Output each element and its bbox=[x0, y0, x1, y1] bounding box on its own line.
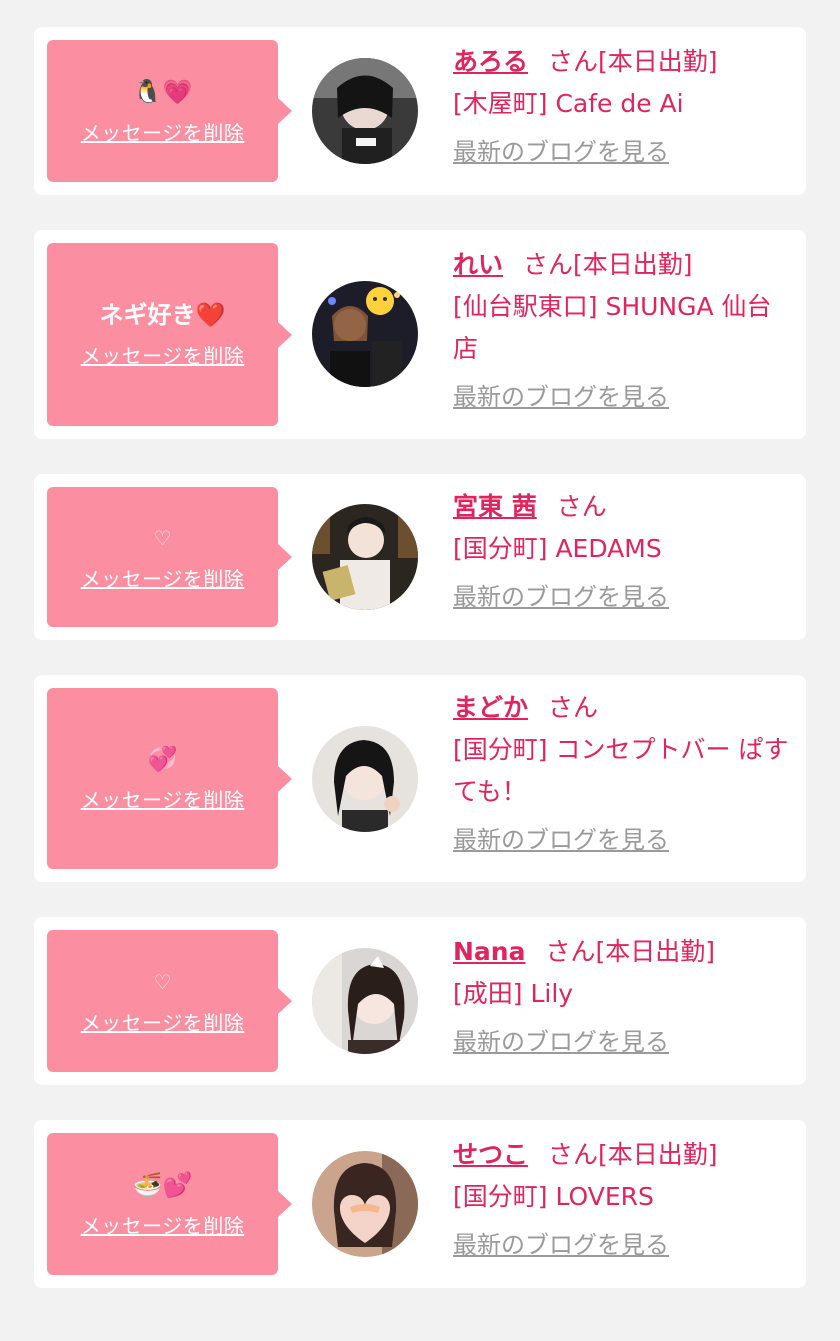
latest-blog-link[interactable]: 最新のブログを見る bbox=[453, 1224, 793, 1266]
shop-label: [木屋町] Cafe de Ai bbox=[453, 89, 684, 118]
message-bubble: 🍜💕 メッセージを削除 bbox=[47, 1133, 292, 1275]
cast-info: せつこ さん[本日出勤] [国分町] LOVERS 最新のブログを見る bbox=[453, 1134, 793, 1266]
cast-avatar[interactable] bbox=[312, 281, 418, 387]
latest-blog-link[interactable]: 最新のブログを見る bbox=[453, 376, 793, 418]
message-card: 💞 メッセージを削除 まどか さん [国分町] コンセプトバー ぱすても！ 最新の… bbox=[34, 675, 806, 882]
message-card: ネギ好き❤️ メッセージを削除 れい さん[本日出勤] [仙台駅東口] SHUNG… bbox=[34, 230, 806, 439]
delete-message-link[interactable]: メッセージを削除 bbox=[81, 784, 245, 813]
delete-message-link[interactable]: メッセージを削除 bbox=[81, 563, 245, 592]
cast-avatar[interactable] bbox=[312, 948, 418, 1054]
message-bubble: ♡ メッセージを削除 bbox=[47, 487, 292, 627]
cast-name-link[interactable]: 宮東 茜 bbox=[453, 492, 537, 521]
message-bubble: ♡ メッセージを削除 bbox=[47, 930, 292, 1072]
cast-avatar[interactable] bbox=[312, 58, 418, 164]
shop-label: [国分町] コンセプトバー ぱすても！ bbox=[453, 735, 789, 806]
cast-name-link[interactable]: せつこ bbox=[453, 1140, 528, 1169]
message-bubble: ネギ好き❤️ メッセージを削除 bbox=[47, 243, 292, 426]
honorific: さん bbox=[545, 937, 596, 966]
cast-info: Nana さん[本日出勤] [成田] Lily 最新のブログを見る bbox=[453, 931, 793, 1063]
message-card: 🐧💗 メッセージを削除 あろる さん[本日出勤] [木屋町] Cafe de Ai… bbox=[34, 27, 806, 195]
honorific: さん bbox=[523, 250, 574, 279]
latest-blog-link[interactable]: 最新のブログを見る bbox=[453, 1021, 793, 1063]
shop-label: [成田] Lily bbox=[453, 979, 574, 1008]
shop-label: [国分町] LOVERS bbox=[453, 1182, 654, 1211]
cast-name-link[interactable]: まどか bbox=[453, 693, 528, 722]
cast-name-link[interactable]: あろる bbox=[453, 47, 528, 76]
message-bubble: 🐧💗 メッセージを削除 bbox=[47, 40, 292, 182]
message-text: ネギ好き❤️ bbox=[99, 301, 226, 329]
honorific: さん bbox=[548, 693, 599, 722]
message-card: ♡ メッセージを削除 宮東 茜さん [国分町] AEDAMS 最新のブログを見る bbox=[34, 474, 806, 640]
cast-name-link[interactable]: れい bbox=[453, 250, 503, 279]
attendance-status: [本日出勤] bbox=[573, 250, 693, 279]
latest-blog-link[interactable]: 最新のブログを見る bbox=[453, 576, 793, 618]
delete-message-link[interactable]: メッセージを削除 bbox=[81, 117, 245, 146]
message-text: 🍜💕 bbox=[132, 1170, 193, 1199]
message-card: 🍜💕 メッセージを削除 せつこ さん[本日出勤] [国分町] LOVERS 最新の… bbox=[34, 1120, 806, 1288]
message-text: 🐧💗 bbox=[132, 77, 193, 106]
shop-label: [国分町] AEDAMS bbox=[453, 534, 662, 563]
attendance-status: [本日出勤] bbox=[595, 937, 715, 966]
honorific: さん bbox=[548, 1140, 599, 1169]
cast-name-link[interactable]: Nana bbox=[453, 937, 525, 966]
cast-avatar[interactable] bbox=[312, 1151, 418, 1257]
cast-info: まどか さん [国分町] コンセプトバー ぱすても！ 最新のブログを見る bbox=[453, 687, 793, 861]
message-card: ♡ メッセージを削除 Nana さん[本日出勤] [成田] Lily 最新のブログ… bbox=[34, 917, 806, 1085]
delete-message-link[interactable]: メッセージを削除 bbox=[81, 1210, 245, 1239]
message-text: 💞 bbox=[147, 745, 178, 773]
latest-blog-link[interactable]: 最新のブログを見る bbox=[453, 819, 793, 861]
message-text: ♡ bbox=[153, 525, 172, 550]
attendance-status: [本日出勤] bbox=[598, 47, 718, 76]
shop-label: [仙台駅東口] SHUNGA 仙台店 bbox=[453, 292, 772, 363]
delete-message-link[interactable]: メッセージを削除 bbox=[81, 1007, 245, 1036]
message-text: ♡ bbox=[153, 969, 172, 994]
attendance-status: [本日出勤] bbox=[598, 1140, 718, 1169]
latest-blog-link[interactable]: 最新のブログを見る bbox=[453, 131, 793, 173]
honorific: さん bbox=[556, 492, 607, 521]
cast-info: あろる さん[本日出勤] [木屋町] Cafe de Ai 最新のブログを見る bbox=[453, 41, 793, 173]
message-bubble: 💞 メッセージを削除 bbox=[47, 688, 292, 869]
cast-avatar[interactable] bbox=[312, 726, 418, 832]
delete-message-link[interactable]: メッセージを削除 bbox=[81, 340, 245, 369]
honorific: さん bbox=[548, 47, 599, 76]
cast-avatar[interactable] bbox=[312, 504, 418, 610]
cast-info: 宮東 茜さん [国分町] AEDAMS 最新のブログを見る bbox=[453, 486, 793, 618]
cast-info: れい さん[本日出勤] [仙台駅東口] SHUNGA 仙台店 最新のブログを見る bbox=[453, 244, 793, 418]
